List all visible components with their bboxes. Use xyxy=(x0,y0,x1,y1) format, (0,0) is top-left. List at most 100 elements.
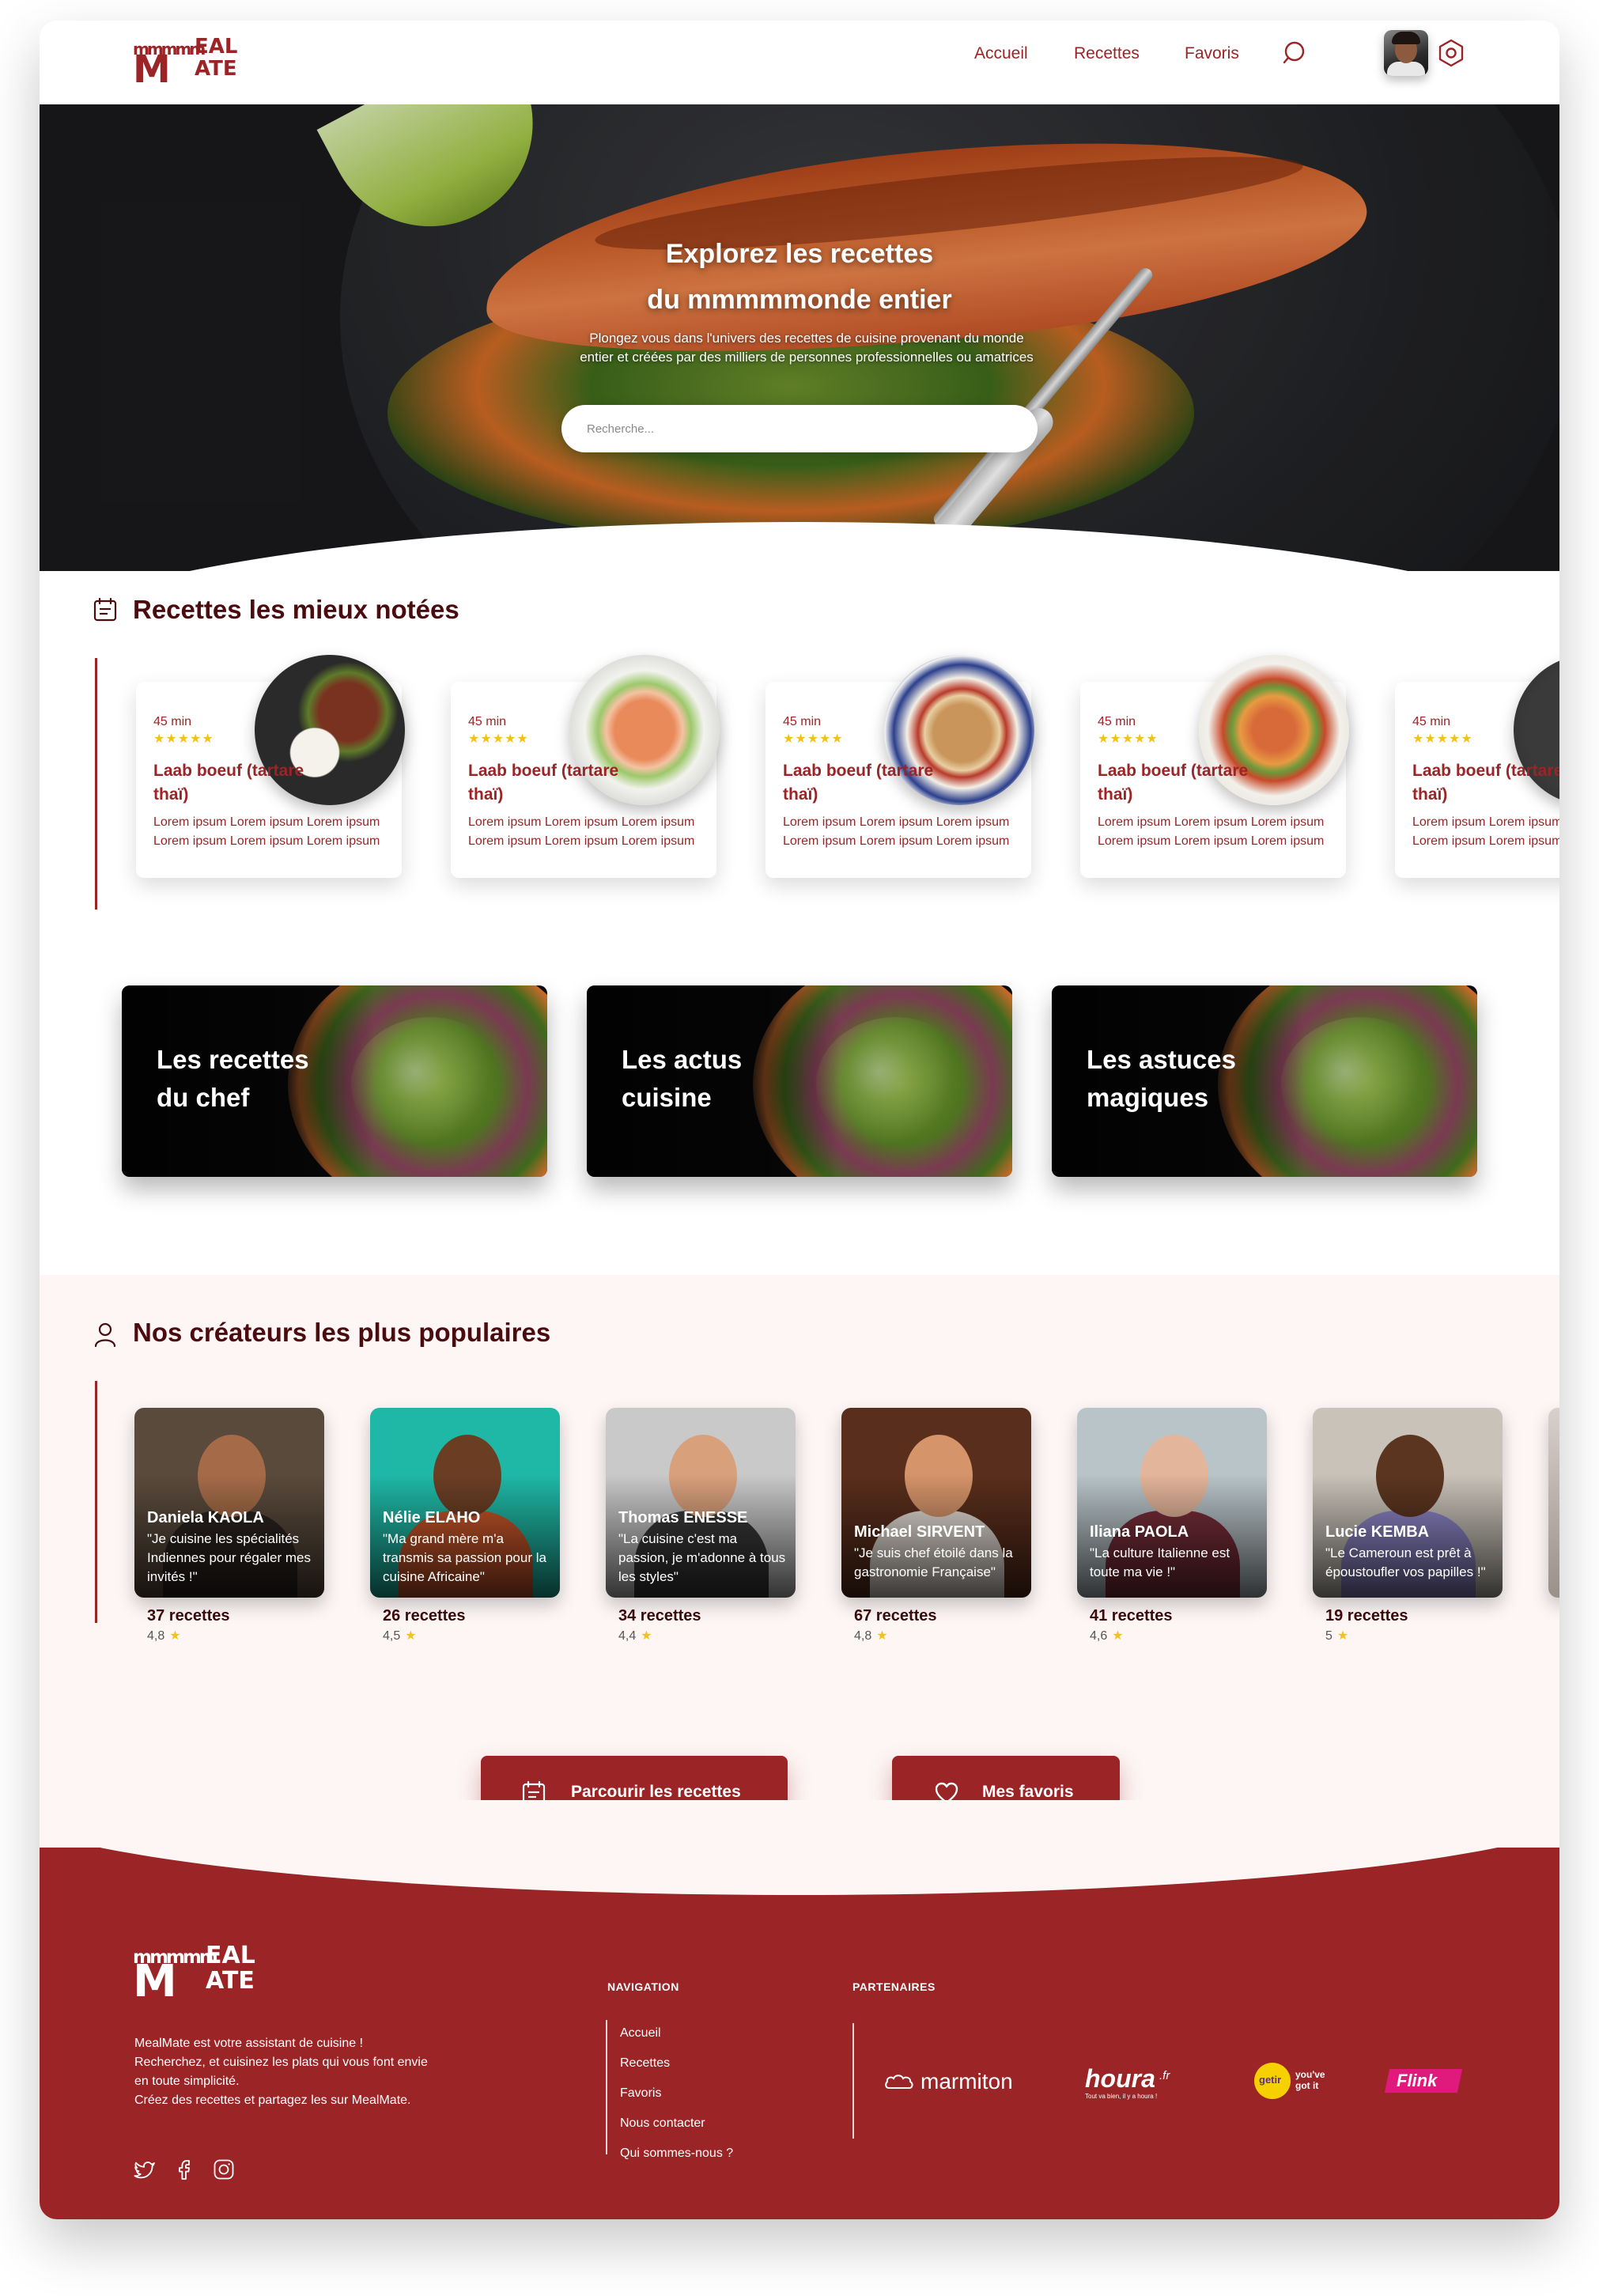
star-rating-icon: ★★★★★ xyxy=(783,731,844,746)
partner-getir-tagline-2: got it xyxy=(1295,2080,1319,2091)
category-label-line: magiques xyxy=(1087,1083,1209,1112)
logo-m: M xyxy=(133,47,171,92)
recipe-name: Laab boeuf (tartare thaï) xyxy=(1412,762,1559,804)
instagram-icon[interactable] xyxy=(212,2158,236,2181)
creator-photo: Michael SIRVENT "Je suis chef étoilé dans… xyxy=(841,1408,1031,1598)
creator-photo: Daniela KAOLA "Je cuisine les spécialités… xyxy=(134,1408,324,1598)
star-icon: ★ xyxy=(1336,1629,1349,1643)
twitter-icon[interactable] xyxy=(133,2158,157,2181)
search-icon[interactable] xyxy=(1281,40,1308,66)
nav-accueil[interactable]: Accueil xyxy=(974,44,1028,63)
partner-houra-logo[interactable]: houra .fr Tout va bien, il y a houra ! xyxy=(1085,2061,1204,2100)
footer-link-accueil[interactable]: Accueil xyxy=(620,2026,661,2041)
recipe-card[interactable]: 45 min ★★★★★ Laab boeuf (tartare thaï) Lore… xyxy=(136,655,405,878)
creator-name: Daniela KAOLA xyxy=(147,1509,264,1526)
creator-rating-value: 4,4 xyxy=(618,1629,637,1643)
page-frame: mmmmm M EAL ATE Accueil Recettes Favoris xyxy=(40,21,1559,2219)
footer: mmmmm M EAL ATE MealMate est votre assis… xyxy=(40,1800,1559,2219)
creators-title: Nos créateurs les plus populaires xyxy=(133,1318,551,1347)
browse-recipes-label: Parcourir les recettes xyxy=(571,1783,741,1801)
creator-quote: "Le Cameroun est prêt à époustoufler vos… xyxy=(1325,1545,1486,1579)
user-avatar[interactable] xyxy=(1384,30,1428,76)
creator-quote: "Je suis chef étoilé dans la gastronomie… xyxy=(854,1545,1013,1579)
creator-quote: "Je cuisine les spécialités Indiennes po… xyxy=(147,1531,311,1584)
footer-description-line: MealMate est votre assistant de cuisine … xyxy=(134,2037,364,2050)
partner-flink-logo[interactable]: Flink xyxy=(1384,2061,1463,2099)
footer-link-about[interactable]: Qui sommes-nous ? xyxy=(620,2147,733,2161)
recipe-card[interactable]: 45 min ★★★★★ Laab boeuf (tartare thaï) Lore… xyxy=(451,655,720,878)
recipe-card[interactable]: 45 min ★★★★★ Laab boeuf (tartare thaï) Lore… xyxy=(1080,655,1349,878)
nav-favoris[interactable]: Favoris xyxy=(1185,44,1239,63)
my-favorites-label: Mes favoris xyxy=(982,1783,1074,1801)
category-tile[interactable]: Les astuces magiques xyxy=(1052,985,1477,1177)
category-tile[interactable]: Les actus cuisine xyxy=(587,985,1012,1177)
creator-name: Michael SIRVENT xyxy=(854,1523,985,1541)
creator-rating-value: 4,5 xyxy=(383,1629,401,1643)
nav-recettes[interactable]: Recettes xyxy=(1074,44,1140,63)
star-rating-icon: ★★★★★ xyxy=(153,731,214,746)
logo-eal: EAL xyxy=(206,1942,255,1969)
recipe-time: 45 min xyxy=(1412,715,1451,728)
creator-name: Iliana PAOLA xyxy=(1090,1523,1189,1541)
footer-link-recettes[interactable]: Recettes xyxy=(620,2056,670,2071)
creator-recipe-count: 67 recettes xyxy=(854,1607,937,1625)
recipe-card[interactable]: 45 min ★★★★★ Laab boeuf (tartare thaï) Lore… xyxy=(1395,655,1559,878)
recipe-name: Laab boeuf (tartare thaï) xyxy=(783,762,934,804)
creator-card[interactable]: Thomas ENESSE "La cuisine c'est ma passio… xyxy=(606,1408,796,1643)
creator-rating: 4,5 ★ xyxy=(383,1628,417,1644)
chef-hat-icon xyxy=(885,2075,913,2089)
creator-name: Lucie KEMBA xyxy=(1325,1523,1430,1541)
creator-card-partial[interactable] xyxy=(1548,1408,1559,1598)
recipe-card[interactable]: 45 min ★★★★★ Laab boeuf (tartare thaï) Lore… xyxy=(765,655,1034,878)
footer-description-line: Recherchez, et cuisinez les plats qui vo… xyxy=(134,2056,428,2069)
hero-banner: Explorez les recettes du mmmmmonde entie… xyxy=(40,104,1559,571)
footer-link-contact[interactable]: Nous contacter xyxy=(620,2116,705,2131)
partner-marmiton-text: marmiton xyxy=(920,2069,1013,2094)
partner-getir-text: getir xyxy=(1259,2074,1282,2086)
recipe-book-icon xyxy=(93,597,117,622)
partner-flink-text: Flink xyxy=(1397,2071,1438,2090)
creator-recipe-count: 34 recettes xyxy=(618,1607,701,1625)
search-input[interactable] xyxy=(561,405,1038,452)
creator-photo: Lucie KEMBA "Le Cameroun est prêt à épous… xyxy=(1313,1408,1503,1598)
creator-name: Nélie ELAHO xyxy=(383,1509,481,1526)
footer-logo[interactable]: mmmmm M EAL ATE xyxy=(133,1939,291,2007)
hero-subtitle-line1: Plongez vous dans l'univers des recettes… xyxy=(589,331,1024,346)
creator-card[interactable]: Lucie KEMBA "Le Cameroun est prêt à épous… xyxy=(1313,1408,1503,1643)
settings-icon[interactable] xyxy=(1436,38,1466,68)
category-label: Les actus cuisine xyxy=(622,1041,827,1117)
top-rated-title: Recettes les mieux notées xyxy=(133,595,459,624)
logo-eal: EAL xyxy=(195,35,238,59)
recipe-name: Laab boeuf (tartare thaï) xyxy=(468,762,619,804)
recipe-time: 45 min xyxy=(783,715,822,728)
creator-recipe-count: 19 recettes xyxy=(1325,1607,1408,1625)
recipe-description: Lorem ipsum Lorem ipsum Lorem ipsum Lore… xyxy=(1098,815,1325,848)
recipe-description: Lorem ipsum Lorem ipsum Lorem ipsum Lore… xyxy=(153,815,380,848)
footer-description-line: en toute simplicité. xyxy=(134,2075,240,2088)
creator-rating: 4,8 ★ xyxy=(147,1628,181,1644)
star-rating-icon: ★★★★★ xyxy=(468,731,529,746)
category-tile[interactable]: Les recettes du chef xyxy=(122,985,547,1177)
creator-card[interactable]: Nélie ELAHO "Ma grand mère m'a transmis s… xyxy=(370,1408,560,1643)
partner-houra-tagline: Tout va bien, il y a houra ! xyxy=(1085,2093,1158,2100)
star-icon: ★ xyxy=(1112,1629,1124,1643)
creator-card[interactable]: Iliana PAOLA "La culture Italienne est to… xyxy=(1077,1408,1267,1643)
partner-getir-logo[interactable]: getir you've got it xyxy=(1254,2061,1333,2099)
category-label: Les recettes du chef xyxy=(157,1041,362,1117)
star-rating-icon: ★★★★★ xyxy=(1412,731,1473,746)
footer-link-favoris[interactable]: Favoris xyxy=(620,2086,661,2101)
creator-card[interactable]: Michael SIRVENT "Je suis chef étoilé dans… xyxy=(841,1408,1031,1643)
logo[interactable]: mmmmm M EAL ATE xyxy=(133,32,259,92)
creator-recipe-count: 41 recettes xyxy=(1090,1607,1173,1625)
footer-partners-heading: PARTENAIRES xyxy=(852,1980,936,1993)
facebook-icon[interactable] xyxy=(172,2158,196,2181)
hero-subtitle-line2: entier et créées par des milliers de per… xyxy=(580,350,1034,365)
creator-photo: Iliana PAOLA "La culture Italienne est to… xyxy=(1077,1408,1267,1598)
logo-ate: ATE xyxy=(195,57,237,81)
recipe-time: 45 min xyxy=(468,715,507,728)
star-icon: ★ xyxy=(405,1629,417,1643)
hero-title-line2: du mmmmmonde entier xyxy=(647,285,952,315)
creator-card[interactable]: Daniela KAOLA "Je cuisine les spécialités… xyxy=(134,1408,324,1643)
logo-m: M xyxy=(133,1956,177,2007)
recipe-name: Laab boeuf (tartare thaï) xyxy=(1098,762,1249,804)
